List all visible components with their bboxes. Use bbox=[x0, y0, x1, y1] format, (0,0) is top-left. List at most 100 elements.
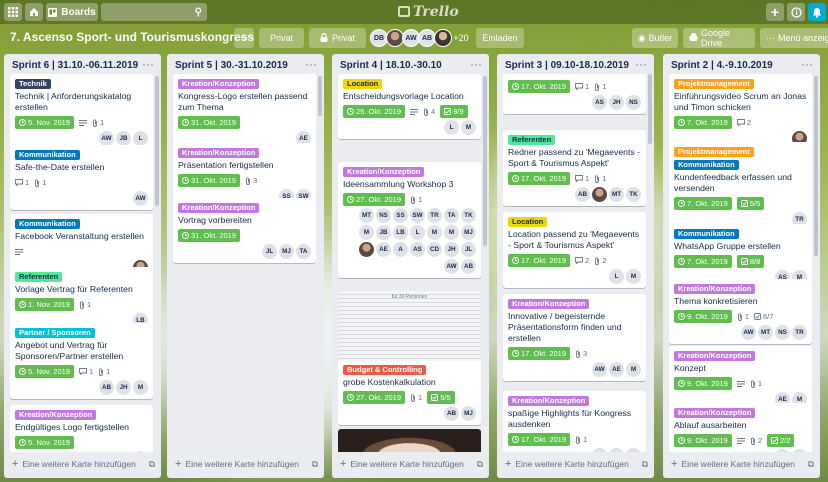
card-label[interactable]: Referenten bbox=[508, 135, 556, 145]
google-drive-button[interactable]: Google Drive bbox=[683, 28, 755, 48]
member-avatar[interactable]: LB bbox=[393, 225, 408, 240]
due-date-badge[interactable]: 27. Okt. 2019 bbox=[343, 391, 406, 404]
member-avatar[interactable]: NS bbox=[775, 325, 790, 340]
card-label[interactable]: Referenten bbox=[15, 272, 63, 282]
member-avatar[interactable]: M bbox=[133, 380, 148, 395]
card-label[interactable]: Technik bbox=[15, 79, 51, 89]
boards-button[interactable]: Boards bbox=[46, 3, 98, 21]
card-template-icon[interactable]: ⧉ bbox=[149, 459, 155, 470]
card[interactable]: Kreation/Konzeption Ideensammlung Worksho… bbox=[338, 162, 481, 278]
member-avatar[interactable]: TR bbox=[792, 325, 807, 340]
card[interactable]: für 30 Personen Budget & Controlling grobe… bbox=[338, 291, 481, 425]
add-card-button[interactable]: + Eine weitere Karte hinzufügen ⧉ bbox=[12, 458, 155, 470]
create-plus-icon[interactable]: + bbox=[766, 3, 784, 21]
list-menu-icon[interactable]: ··· bbox=[801, 57, 813, 71]
member-avatar[interactable]: JB bbox=[376, 225, 391, 240]
member-avatar[interactable]: M bbox=[626, 362, 641, 377]
card-label[interactable]: Partner / Sponsoren bbox=[15, 328, 95, 338]
member-avatar[interactable]: M bbox=[626, 269, 641, 284]
list-menu-icon[interactable]: ··· bbox=[470, 57, 482, 71]
card[interactable]: Kreation/Konzeption Endgültiges Logo fert… bbox=[10, 405, 153, 452]
due-date-badge[interactable]: 25. Okt. 2019 bbox=[343, 105, 406, 118]
card-label[interactable]: Kommunikation bbox=[674, 160, 739, 170]
member-avatar[interactable]: TR bbox=[427, 208, 442, 223]
card[interactable]: Projektmanagement Einführungsvideo Scrum … bbox=[669, 74, 812, 150]
invite-button[interactable]: Einladen bbox=[476, 28, 524, 48]
list-scrollbar[interactable] bbox=[155, 76, 159, 206]
member-avatar[interactable]: AB bbox=[575, 187, 590, 202]
card[interactable]: Kernziele definieren17. Okt. 201911ASJHN… bbox=[503, 74, 646, 114]
list-scrollbar[interactable] bbox=[318, 76, 322, 116]
card-template-icon[interactable]: ⧉ bbox=[642, 459, 648, 470]
member-photo-avatar[interactable] bbox=[592, 187, 607, 202]
butler-button[interactable]: ◉ Butler bbox=[632, 28, 678, 48]
member-photo-avatar[interactable] bbox=[359, 242, 374, 257]
add-card-button[interactable]: + Eine weitere Karte hinzufügen ⧉ bbox=[175, 458, 318, 470]
due-date-badge[interactable]: 9. Okt. 2019 bbox=[674, 310, 732, 323]
member-avatar[interactable]: M bbox=[359, 225, 374, 240]
member-avatar[interactable]: AE bbox=[376, 242, 391, 257]
card[interactable]: Location Location passend zu 'Megaevents … bbox=[503, 212, 646, 288]
member-avatar[interactable]: JB bbox=[626, 448, 641, 452]
card-label[interactable]: Kreation/Konzeption bbox=[178, 203, 260, 213]
due-date-badge[interactable]: 17. Okt. 2019 bbox=[508, 347, 571, 360]
card[interactable]: Projektmanagement Kommunikation Kundenfeed… bbox=[669, 142, 812, 231]
list-menu-icon[interactable]: ··· bbox=[142, 57, 154, 71]
card[interactable] bbox=[338, 429, 481, 452]
card[interactable]: Kreation/Konzeption Innovative / begeiste… bbox=[503, 294, 646, 381]
member-avatar[interactable]: CD bbox=[609, 448, 624, 452]
member-avatar[interactable]: L bbox=[133, 131, 148, 146]
member-avatar[interactable]: A bbox=[393, 242, 408, 257]
member-avatar[interactable]: AB bbox=[444, 406, 459, 421]
card[interactable]: Referenten Redner passend zu 'Megaevents … bbox=[503, 130, 646, 206]
due-date-badge[interactable]: 9. Okt. 2019 bbox=[674, 377, 732, 390]
due-date-badge[interactable]: 31. Okt. 2019 bbox=[178, 174, 241, 187]
member-avatar[interactable]: SS bbox=[775, 449, 790, 452]
card-label[interactable]: Kreation/Konzeption bbox=[343, 167, 425, 177]
add-card-button[interactable]: + Eine weitere Karte hinzufügen ⧉ bbox=[340, 458, 483, 470]
due-date-badge[interactable]: 9. Okt. 2019 bbox=[674, 434, 732, 447]
member-avatar[interactable]: AW bbox=[592, 362, 607, 377]
member-avatar[interactable]: SS bbox=[393, 208, 408, 223]
member-avatar[interactable]: JL bbox=[262, 244, 277, 259]
due-date-badge[interactable]: 31. Okt. 2019 bbox=[178, 229, 241, 242]
member-avatar[interactable]: NS bbox=[626, 95, 641, 110]
card[interactable]: Technik Technik | Anforderungskatalog ers… bbox=[10, 74, 153, 150]
due-date-badge[interactable]: 27. Okt. 2019 bbox=[343, 193, 406, 206]
member-avatar[interactable]: JH bbox=[609, 95, 624, 110]
due-date-badge[interactable]: 17. Okt. 2019 bbox=[508, 433, 571, 446]
member-avatar[interactable]: CD bbox=[427, 242, 442, 257]
card[interactable]: Kreation/Konzeption Thema konkretisieren 9… bbox=[669, 279, 812, 344]
member-avatar[interactable]: NS bbox=[376, 208, 391, 223]
card-label[interactable]: Kreation/Konzeption bbox=[178, 148, 260, 158]
apps-grid-icon[interactable] bbox=[4, 3, 22, 21]
member-avatar[interactable]: JB bbox=[116, 131, 131, 146]
member-avatar[interactable]: AW bbox=[99, 131, 114, 146]
member-avatar[interactable]: AW bbox=[741, 325, 756, 340]
member-avatar[interactable]: MT bbox=[609, 187, 624, 202]
card-label[interactable]: Location bbox=[508, 217, 548, 227]
notifications-bell-icon[interactable] bbox=[808, 3, 826, 21]
due-date-badge[interactable]: 31. Okt. 2019 bbox=[178, 116, 241, 129]
card-label[interactable]: Kommunikation bbox=[674, 229, 739, 239]
member-avatar[interactable]: L bbox=[410, 225, 425, 240]
member-avatar[interactable]: MJ bbox=[279, 244, 294, 259]
due-date-badge[interactable]: 7. Okt. 2019 bbox=[674, 116, 732, 129]
due-date-badge[interactable]: 7. Okt. 2019 bbox=[674, 255, 732, 268]
list-title[interactable]: Sprint 4 | 18.10.-30.10 bbox=[340, 60, 442, 71]
more-members-count[interactable]: +20 bbox=[449, 28, 473, 48]
card[interactable]: Kreation/Konzeption Vortrag vorbereiten 31… bbox=[173, 198, 316, 263]
add-card-button[interactable]: + Eine weitere Karte hinzufügen ⧉ bbox=[671, 458, 814, 470]
card-label[interactable]: Projektmanagement bbox=[674, 147, 754, 157]
member-avatar[interactable]: AS bbox=[592, 95, 607, 110]
due-date-badge[interactable]: 1. Nov. 2019 bbox=[15, 298, 74, 311]
card-label[interactable]: Kreation/Konzeption bbox=[674, 408, 756, 418]
due-date-badge[interactable]: 17. Okt. 2019 bbox=[508, 172, 571, 185]
card-label[interactable]: Kreation/Konzeption bbox=[674, 351, 756, 361]
member-avatar[interactable]: A bbox=[592, 448, 607, 452]
member-avatar[interactable]: AW bbox=[133, 191, 148, 206]
member-avatar[interactable]: MJ bbox=[461, 225, 476, 240]
card[interactable]: Kreation/Konzeption Kongress-Logo erstell… bbox=[173, 74, 316, 150]
member-avatar[interactable]: L bbox=[444, 120, 459, 135]
list-title[interactable]: Sprint 2 | 4.-9.10.2019 bbox=[671, 60, 773, 71]
